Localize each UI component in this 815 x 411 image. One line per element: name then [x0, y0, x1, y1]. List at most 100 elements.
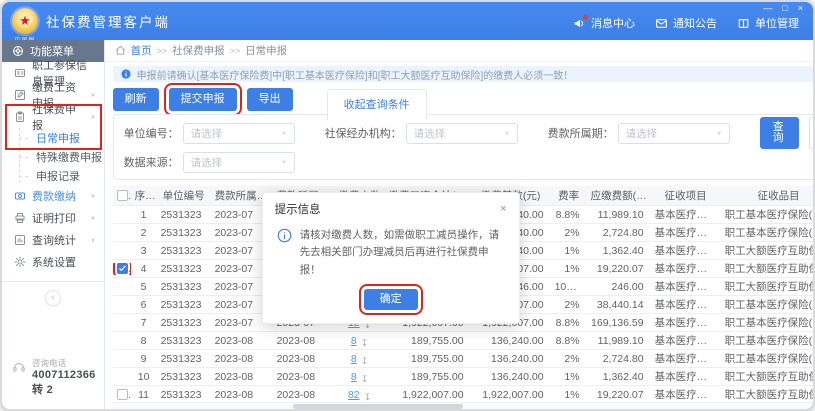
confirm-button[interactable]: 确定 [364, 289, 418, 310]
printer-icon [14, 212, 26, 224]
organization-icon [737, 17, 750, 30]
breadcrumb-separator: >> [230, 46, 241, 56]
breadcrumb-page: 日常申报 [245, 43, 287, 58]
titlebar-action-megaphone[interactable]: 消息中心 [573, 15, 635, 31]
row-checkbox[interactable] [117, 389, 128, 400]
sidebar-item-5[interactable]: 查询统计∨ [2, 229, 104, 251]
cell-amount: 19,220.07 [587, 263, 651, 275]
close-icon[interactable]: × [798, 4, 803, 13]
column-header: 征收品目 [721, 188, 815, 203]
filter-label-agency: 社保经办机构： [325, 125, 402, 141]
app-title: 社保费管理客户端 [46, 11, 170, 31]
sidebar-item-label: 系统设置 [32, 254, 76, 270]
window-controls: — □ × [763, 4, 803, 13]
payer-count-link[interactable]: 8 [351, 353, 357, 365]
agency-select[interactable]: 请选择∨ [406, 123, 518, 144]
cell-category: 职工大额医疗互助保险(单位... [721, 261, 815, 276]
emblem-star-icon: ★ [19, 13, 31, 29]
sidebar-item-3[interactable]: 费款缴纳∨ [2, 185, 104, 207]
download-icon[interactable]: ↧ [361, 338, 369, 347]
payer-count-link[interactable]: 82 [348, 389, 360, 401]
cell-unit: 2531323 [157, 335, 211, 347]
cell-wage: 189,755.00 [385, 353, 471, 365]
cell-base: 136,240.00 [471, 335, 551, 347]
cell-rate: 2% [551, 299, 587, 311]
megaphone-icon [573, 17, 586, 30]
cell-rate: 2% [551, 227, 587, 239]
breadcrumb-home[interactable]: 首页 [131, 43, 152, 58]
cell-category: 职工大额医疗互助保险(单位... [721, 243, 815, 258]
cell-period_start: 2023-08 [211, 389, 273, 401]
export-button[interactable]: 导出 [247, 88, 293, 111]
cell-period_end: 2023-08 [273, 335, 335, 347]
sidebar: 功能菜单 职工参保信息管理缴费工资申报∨社保费申报∧日常申报特殊缴费申报申报记录… [2, 40, 105, 409]
maximize-icon[interactable]: □ [782, 4, 787, 13]
cell-category: 职工基本医疗保险(单位缴纳) [721, 207, 815, 222]
toolbar: 刷新 提交申报 导出 收起查询条件 [113, 88, 815, 114]
data-source-select[interactable]: 请选择∨ [183, 152, 295, 173]
cell-amount: 38,440.14 [587, 299, 651, 311]
payment-icon [14, 190, 26, 202]
payer-count-link[interactable]: 8 [351, 371, 357, 383]
sidebar-nav: 职工参保信息管理缴费工资申报∨社保费申报∧日常申报特殊缴费申报申报记录费款缴纳∨… [2, 62, 104, 273]
breadcrumb-separator: >> [157, 46, 168, 56]
cell-seq: 4 [131, 263, 157, 275]
column-header: 征收项目 [651, 188, 721, 203]
cell-period_end: 2023-08 [273, 371, 335, 383]
titlebar-action-organization[interactable]: 单位管理 [737, 15, 799, 31]
select-all-checkbox[interactable] [117, 190, 128, 201]
cell-amount: 11,989.10 [587, 209, 651, 221]
cell-item: 基本医疗保险费 [651, 351, 721, 366]
sidebar-item-2[interactable]: 社保费申报∧ [2, 106, 104, 128]
app-window: ★ 中国税务 社保费管理客户端 — □ × 消息中心通知公告单位管理 功能菜单 … [0, 0, 815, 411]
sidebar-subitem-2-2[interactable]: 申报记录 [2, 166, 104, 185]
column-header: 序号 [131, 188, 157, 203]
search-button[interactable]: 查 询 [760, 117, 799, 149]
titlebar-action-label: 通知公告 [673, 15, 717, 31]
sidebar-subitem-2-0[interactable]: 日常申报 [2, 128, 104, 147]
cell-category: 职工大额医疗互助保险(单位... [721, 387, 815, 402]
cell-wage: 189,755.00 [385, 371, 471, 383]
edit-icon [14, 89, 26, 101]
cell-category: 职工大额医疗互助保险(个人... [721, 279, 815, 294]
cell-category: 职工基本医疗保险(单位缴纳) [721, 315, 815, 330]
cell-item: 基本医疗保险费 [651, 243, 721, 258]
cell-amount: 11,989.10 [587, 335, 651, 347]
sidebar-item-6[interactable]: 系统设置 [2, 251, 104, 273]
minimize-icon[interactable]: — [763, 4, 772, 13]
breadcrumb-section: 社保费申报 [172, 43, 225, 58]
cell-period_start: 2023-08 [211, 371, 273, 383]
dialog-close-icon[interactable]: × [500, 203, 506, 215]
refresh-button[interactable]: 刷新 [113, 88, 159, 111]
titlebar-actions: 消息中心 通知公告 单位管理 [573, 15, 799, 31]
chevron-down-icon: ∨ [90, 193, 95, 199]
sidebar-divider [2, 281, 104, 282]
cell-item: 基本医疗保险费 [651, 207, 721, 222]
collapse-query-tab[interactable]: 收起查询条件 [327, 89, 427, 120]
unit-no-select[interactable]: 请选择∨ [183, 123, 295, 144]
cell-wage: 1,922,007.00 [385, 389, 471, 401]
menu-wheel-icon [12, 45, 24, 57]
chevron-down-icon: ∨ [90, 92, 95, 98]
download-icon[interactable]: ↧ [361, 356, 369, 365]
submit-declaration-button[interactable]: 提交申报 [169, 88, 237, 111]
phone-number: 4007112366 转 2 [32, 369, 96, 397]
collapse-sidebar-button[interactable]: ‹ [45, 290, 61, 306]
horizontal-scrollbar[interactable] [113, 402, 815, 409]
dialog-title: 提示信息 [275, 201, 321, 217]
period-select[interactable]: 请选择∨ [618, 123, 730, 144]
sidebar-subitem-2-1[interactable]: 特殊缴费申报 [2, 147, 104, 166]
cell-rate: 100% [551, 281, 587, 293]
payer-count-link[interactable]: 8 [351, 335, 357, 347]
row-checkbox[interactable] [117, 263, 128, 274]
chevron-down-icon: ∨ [504, 130, 509, 136]
titlebar-action-envelope[interactable]: 通知公告 [655, 15, 717, 31]
cell-seq: 9 [131, 353, 157, 365]
cell-seq: 3 [131, 245, 157, 257]
download-icon[interactable]: ↧ [364, 392, 372, 401]
download-icon[interactable]: ↧ [361, 374, 369, 383]
cell-rate: 8.8% [551, 335, 587, 347]
sidebar-item-4[interactable]: 证明打印∨ [2, 207, 104, 229]
reset-button[interactable]: 重置 [809, 117, 815, 149]
cell-unit: 2531323 [157, 371, 211, 383]
